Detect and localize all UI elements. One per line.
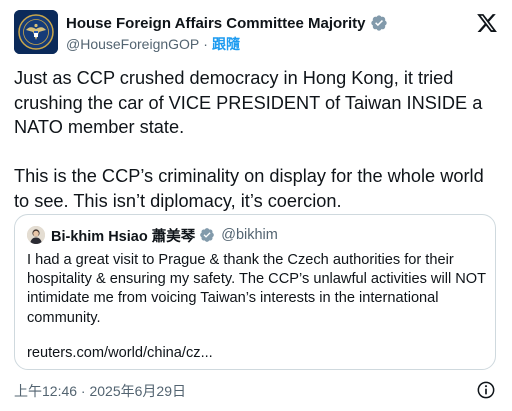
tweet-text: Just as CCP crushed democracy in Hong Ko… xyxy=(14,66,500,213)
verified-badge-icon xyxy=(370,15,387,31)
author-handle[interactable]: @HouseForeignGOP xyxy=(66,36,199,52)
quoted-author-name: Bi-khim Hsiao 蕭美琴 xyxy=(51,228,196,245)
author-handle-row: @HouseForeignGOP · 跟隨 xyxy=(66,35,240,53)
verified-badge-icon xyxy=(200,228,215,242)
tweet-paragraph: This is the CCP’s criminality on display… xyxy=(14,166,484,211)
quoted-author-handle: @bikhim xyxy=(221,227,278,243)
quoted-paragraph: I had a great visit to Prague & thank th… xyxy=(27,252,486,326)
tweet-paragraph: Just as CCP crushed democracy in Hong Ko… xyxy=(14,68,483,137)
person-avatar-icon xyxy=(27,226,45,244)
tweet-timestamp[interactable]: 上午12:46 · 2025年6月29日 xyxy=(14,381,186,401)
quoted-author-avatar xyxy=(27,226,45,244)
committee-seal-icon xyxy=(14,10,58,54)
tweet-card: House Foreign Affairs Committee Majority… xyxy=(0,0,512,411)
follow-button[interactable]: 跟隨 xyxy=(212,34,240,54)
quoted-author-row: Bi-khim Hsiao 蕭美琴 @bikhim xyxy=(27,225,278,245)
separator-dot: · xyxy=(203,36,208,52)
quoted-tweet[interactable]: Bi-khim Hsiao 蕭美琴 @bikhim I had a great … xyxy=(14,214,496,370)
quoted-tweet-text: I had a great visit to Prague & thank th… xyxy=(27,251,489,328)
quoted-link[interactable]: reuters.com/world/china/cz... xyxy=(27,345,213,361)
author-avatar[interactable] xyxy=(14,10,58,54)
x-logo-icon[interactable] xyxy=(476,12,498,34)
author-name[interactable]: House Foreign Affairs Committee Majority xyxy=(66,15,366,32)
info-icon[interactable] xyxy=(476,380,496,400)
author-name-row: House Foreign Affairs Committee Majority xyxy=(66,12,388,34)
